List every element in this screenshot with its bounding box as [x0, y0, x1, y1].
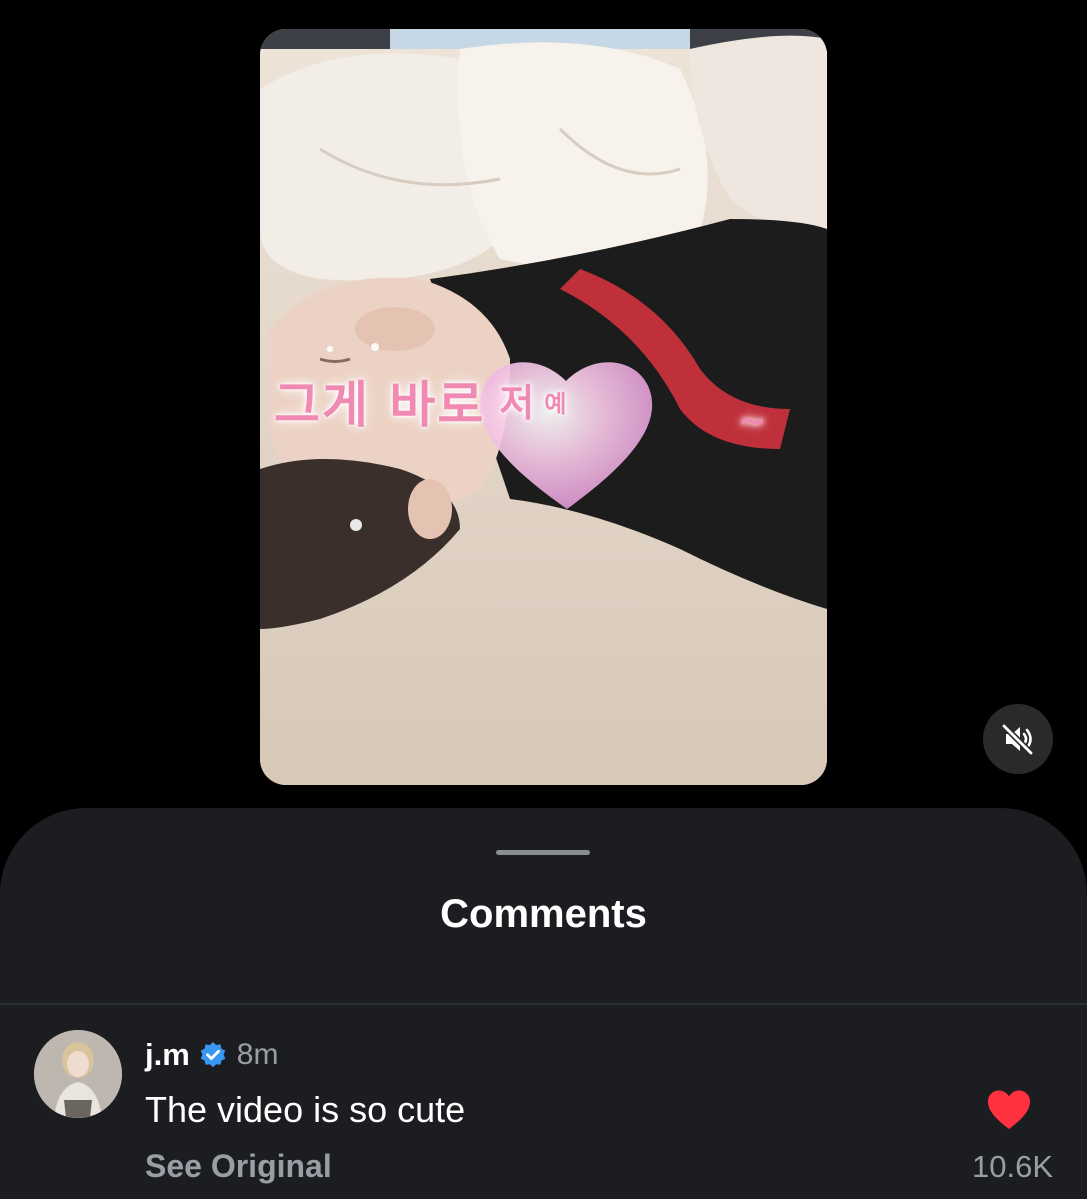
screen: 그게 바로 저 예 ~ Comments j.m 8m The video is… — [0, 0, 1087, 1199]
sticker-main-text: 그게 바로 — [274, 376, 486, 434]
comment-username[interactable]: j.m — [145, 1037, 190, 1073]
video-player[interactable]: 그게 바로 저 예 ~ — [260, 29, 827, 785]
sticker-word-1: 저 — [499, 381, 537, 425]
comments-sheet: Comments j.m 8m The video is so cute See… — [0, 808, 1087, 1199]
see-original-link[interactable]: See Original — [145, 1148, 332, 1185]
comments-title: Comments — [440, 892, 647, 936]
mute-toggle-button[interactable] — [983, 704, 1053, 774]
comment-text: The video is so cute — [145, 1089, 466, 1130]
comment-timestamp: 8m — [236, 1038, 279, 1071]
like-count: 10.6K — [971, 1149, 1053, 1184]
like-button[interactable] — [986, 1089, 1032, 1131]
sticker-tilde: ~ — [738, 401, 767, 441]
speaker-muted-icon — [1001, 723, 1034, 756]
comment-header: j.m 8m — [145, 1035, 278, 1075]
avatar-image — [34, 1030, 122, 1118]
comment-item: j.m 8m The video is so cute See Original… — [0, 1005, 1087, 1199]
heart-filled-icon — [988, 1090, 1030, 1129]
sheet-drag-handle[interactable] — [496, 850, 590, 855]
avatar[interactable] — [34, 1030, 122, 1118]
video-sticker-text: 그게 바로 저 예 — [274, 365, 568, 437]
sticker-word-2: 예 — [544, 390, 569, 418]
verified-badge-icon — [200, 1042, 226, 1068]
